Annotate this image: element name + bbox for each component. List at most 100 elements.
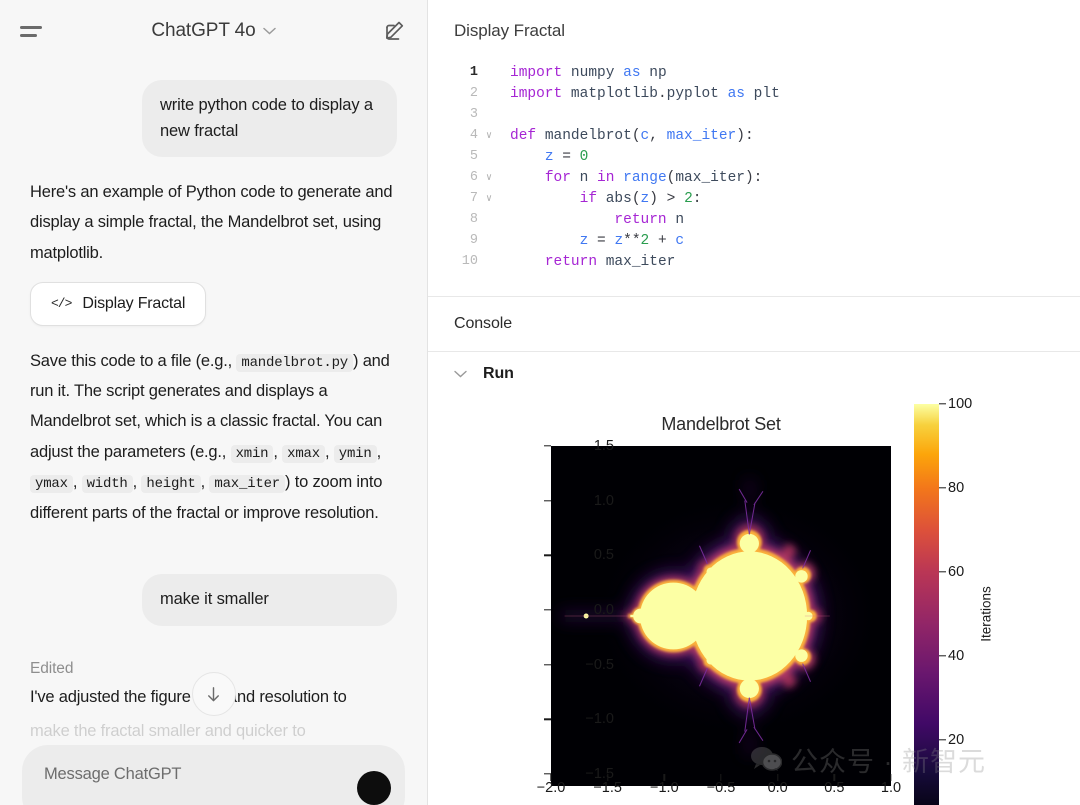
- code-ymax: ymax: [30, 475, 73, 494]
- y-tick-label: 0.0: [593, 602, 614, 618]
- code-xmin: xmin: [230, 444, 274, 463]
- code-line: 6 ∨ for n in range(max_iter):: [454, 167, 1080, 188]
- x-tick-mark: [890, 774, 892, 781]
- line-number: 9: [469, 233, 478, 248]
- y-tick-mark: [544, 499, 551, 502]
- canvas-panel: Display Fractal 1 import numpy as np 2 impo…: [428, 0, 1080, 805]
- message-composer[interactable]: Message ChatGPT: [22, 745, 405, 805]
- message-input-placeholder: Message ChatGPT: [44, 765, 182, 783]
- hamburger-menu-icon[interactable]: [20, 25, 50, 37]
- code-text: for n in range(max_iter):: [544, 169, 763, 186]
- y-tick-label: 1.5: [593, 438, 614, 454]
- x-tick-mark: [663, 774, 666, 781]
- colorbar-tick-label: 40: [948, 648, 965, 664]
- code-line: 8 return n: [454, 209, 1080, 230]
- colorbar-tick-label: 100: [948, 396, 973, 412]
- colorbar-tick-mark: [939, 655, 946, 657]
- colorbar-tick-label: 20: [948, 732, 965, 748]
- code-height: height: [141, 475, 201, 494]
- code-text: z = 0: [544, 148, 589, 165]
- compose-pencil-icon[interactable]: [383, 19, 407, 43]
- code-fold-chevron-icon[interactable]: ∨: [478, 130, 500, 142]
- app-root: ChatGPT 4o write python code to display …: [0, 0, 1080, 805]
- y-tick-mark: [544, 554, 551, 557]
- chevron-down-icon: [262, 25, 276, 37]
- console-label: Console: [454, 315, 513, 332]
- colorbar-tick-mark: [939, 403, 946, 405]
- line-number: 10: [461, 254, 478, 269]
- x-tick-label: 1.0: [880, 780, 902, 796]
- sep-1: ,: [273, 442, 283, 461]
- line-number: 2: [469, 86, 478, 101]
- model-switcher[interactable]: ChatGPT 4o: [151, 20, 276, 42]
- display-fractal-button[interactable]: </> Display Fractal: [30, 281, 207, 326]
- x-tick-label: 0.5: [824, 780, 845, 796]
- y-tick-mark: [544, 718, 551, 721]
- assistant-message-3-cutoff: make the fractal smaller and quicker to: [30, 721, 306, 740]
- plot-title: Mandelbrot Set: [661, 414, 781, 434]
- code-max-iter: max_iter: [209, 475, 286, 494]
- code-xmax: xmax: [282, 444, 325, 463]
- colorbar-tick-label: 80: [948, 480, 965, 496]
- code-text: import matplotlib.pyplot as plt: [510, 85, 780, 102]
- code-ymin: ymin: [333, 444, 377, 463]
- colorbar-tick-label: 60: [948, 564, 965, 580]
- code-line: 1 import numpy as np: [454, 62, 1080, 83]
- code-line: 5 z = 0: [454, 146, 1080, 167]
- line-number: 6: [469, 170, 478, 185]
- y-tick-mark: [544, 445, 551, 447]
- code-fold-chevron-icon[interactable]: ∨: [478, 172, 500, 184]
- code-text: z = z**2 + c: [579, 232, 685, 249]
- run-label: Run: [483, 365, 514, 382]
- line-number: 7: [469, 191, 478, 206]
- sep-4: ,: [72, 473, 82, 492]
- line-number: 3: [469, 107, 478, 122]
- assistant-message-2: Save this code to a file (e.g., mandelbr…: [30, 346, 397, 528]
- scroll-to-bottom-button[interactable]: [191, 672, 236, 716]
- code-line: 2 import matplotlib.pyplot as plt: [454, 83, 1080, 104]
- menu-line-2: [20, 33, 37, 37]
- x-tick-label: −2.0: [536, 780, 566, 796]
- canvas-header: Display Fractal: [428, 0, 1080, 62]
- x-tick-label: −1.0: [650, 780, 679, 796]
- colorbar-tick-mark: [939, 739, 946, 741]
- colorbar-label: Iterations: [978, 586, 994, 642]
- colorbar-tick-mark: [939, 487, 946, 489]
- code-lines-container: 1 import numpy as np 2 import matplotlib.py…: [454, 62, 1080, 272]
- console-header: Console: [428, 296, 1080, 352]
- line-number: 5: [469, 149, 478, 164]
- chat-header: ChatGPT 4o: [0, 0, 427, 62]
- y-tick-label: 0.5: [593, 547, 614, 564]
- code-fade-overlay: [428, 270, 1080, 296]
- code-editor[interactable]: 1 import numpy as np 2 import matplotlib.py…: [428, 62, 1080, 296]
- y-tick-mark: [544, 609, 551, 611]
- x-tick-mark: [550, 774, 552, 781]
- run-section-header[interactable]: Run: [428, 352, 1080, 396]
- line-number: 1: [469, 65, 478, 80]
- y-tick-label: −1.0: [585, 711, 614, 728]
- mandelbrot-plot: Mandelbrot Set 1.5 1.0 0.5 0.0 −0.5 −1.0…: [428, 396, 1080, 805]
- y-tick-label: 1.0: [593, 492, 614, 509]
- model-name-label: ChatGPT 4o: [151, 20, 256, 41]
- menu-line-1: [20, 25, 42, 29]
- x-tick-label: −1.5: [593, 780, 622, 796]
- run-chevron-down-icon[interactable]: [454, 367, 467, 381]
- code-text: import numpy as np: [510, 64, 667, 81]
- code-line: 9 z = z**2 + c: [454, 230, 1080, 251]
- display-fractal-label: Display Fractal: [82, 294, 186, 312]
- arrow-down-icon: [208, 686, 219, 701]
- code-brackets-icon: </>: [51, 296, 72, 312]
- code-fold-chevron-icon[interactable]: ∨: [478, 193, 500, 205]
- y-tick-mark: [544, 663, 551, 666]
- x-tick-mark: [833, 774, 836, 781]
- x-tick-label: 0.0: [767, 780, 788, 796]
- user-message-bubble: write python code to display a new fract…: [142, 80, 397, 158]
- sep-2: ,: [324, 442, 334, 461]
- send-button[interactable]: [357, 771, 391, 805]
- code-line: 4 ∨ def mandelbrot(c, max_iter):: [454, 125, 1080, 146]
- code-line: 3: [454, 104, 1080, 125]
- line-number: 8: [469, 212, 478, 227]
- y-tick-label: −0.5: [585, 656, 614, 673]
- code-line: 7 ∨ if abs(z) > 2:: [454, 188, 1080, 209]
- canvas-title: Display Fractal: [454, 21, 565, 40]
